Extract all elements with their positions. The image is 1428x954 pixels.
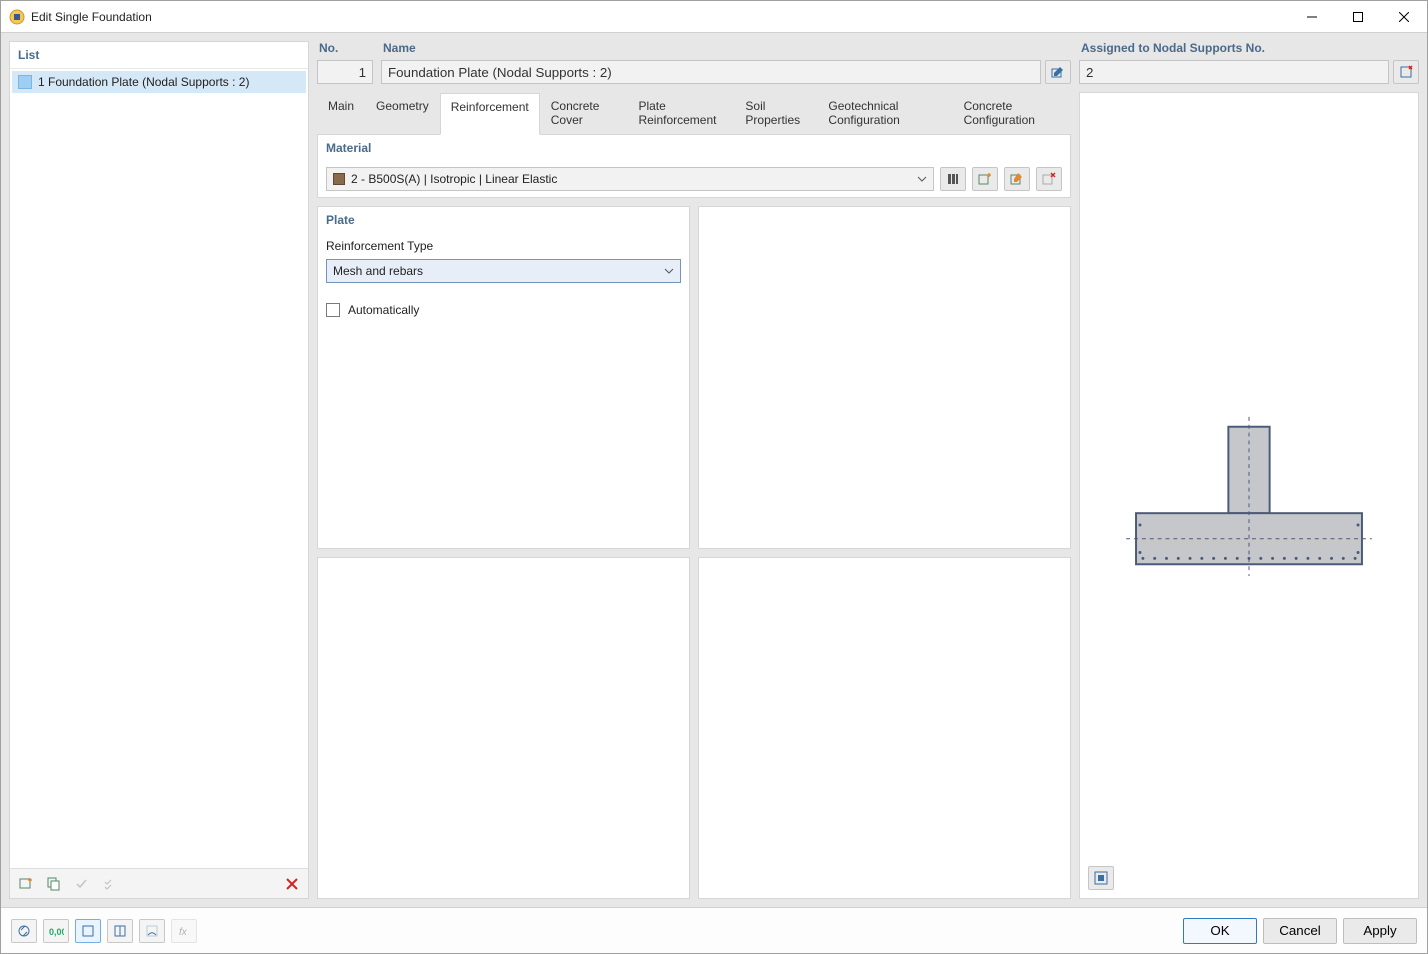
name-input[interactable] xyxy=(381,60,1041,84)
material-select[interactable]: 2 - B500S(A) | Isotropic | Linear Elasti… xyxy=(326,167,934,191)
dialog-window: Edit Single Foundation List 1 Foundation xyxy=(0,0,1428,954)
foundation-preview xyxy=(1082,95,1416,896)
svg-text:fx: fx xyxy=(179,927,188,938)
lower-right-empty-section xyxy=(698,557,1071,900)
list-item-label: 1 Foundation Plate (Nodal Supports : 2) xyxy=(38,75,249,89)
view-mode-1-button[interactable] xyxy=(75,919,101,943)
right-column: Assigned to Nodal Supports No. xyxy=(1079,41,1419,899)
view-mode-3-button[interactable] xyxy=(139,919,165,943)
chevron-down-icon xyxy=(917,174,927,184)
edit-name-button[interactable] xyxy=(1045,60,1071,84)
left-column: List 1 Foundation Plate (Nodal Supports … xyxy=(9,41,309,899)
view-mode-2-button[interactable] xyxy=(107,919,133,943)
cancel-button[interactable]: Cancel xyxy=(1263,918,1337,944)
material-library-button[interactable] xyxy=(940,167,966,191)
foundation-icon xyxy=(18,75,32,89)
tab-area: Main Geometry Reinforcement Concrete Cov… xyxy=(317,92,1071,899)
no-label: No. xyxy=(317,41,373,57)
material-section: Material 2 - B500S(A) | Isotropic | Line… xyxy=(317,134,1071,198)
tab-content: Material 2 - B500S(A) | Isotropic | Line… xyxy=(317,134,1071,899)
new-item-button[interactable] xyxy=(14,872,38,896)
plate-section: Plate Reinforcement Type Mesh and rebars xyxy=(317,206,690,549)
apply-button[interactable]: Apply xyxy=(1343,918,1417,944)
list-body: 1 Foundation Plate (Nodal Supports : 2) xyxy=(10,69,308,868)
assigned-label: Assigned to Nodal Supports No. xyxy=(1079,41,1419,57)
lower-row xyxy=(317,557,1071,900)
app-icon xyxy=(9,9,25,25)
main-grid: List 1 Foundation Plate (Nodal Supports … xyxy=(1,33,1427,907)
dialog-body: List 1 Foundation Plate (Nodal Supports … xyxy=(1,33,1427,907)
reinforcement-type-value: Mesh and rebars xyxy=(333,264,423,278)
no-field-group: No. xyxy=(317,41,373,84)
titlebar: Edit Single Foundation xyxy=(1,1,1427,33)
check-button xyxy=(70,872,94,896)
dialog-footer: 0,00 fx OK Cancel Apply xyxy=(1,907,1427,953)
copy-item-button[interactable] xyxy=(42,872,66,896)
plate-header: Plate xyxy=(318,207,689,233)
tab-concrete-config[interactable]: Concrete Configuration xyxy=(953,92,1071,134)
tab-reinforcement[interactable]: Reinforcement xyxy=(440,93,540,135)
tabs: Main Geometry Reinforcement Concrete Cov… xyxy=(317,92,1071,134)
svg-text:0,00: 0,00 xyxy=(49,927,64,937)
tab-geometry[interactable]: Geometry xyxy=(365,92,440,134)
assigned-input[interactable] xyxy=(1079,60,1389,84)
name-label: Name xyxy=(381,41,1071,57)
preview-settings-button[interactable] xyxy=(1088,866,1114,890)
material-swatch-icon xyxy=(333,173,345,185)
name-field-group: Name xyxy=(381,41,1071,84)
preview-viewport[interactable] xyxy=(1080,93,1418,898)
list-header: List xyxy=(10,42,308,69)
tab-concrete-cover[interactable]: Concrete Cover xyxy=(540,92,628,134)
tab-soil-properties[interactable]: Soil Properties xyxy=(734,92,817,134)
assigned-group: Assigned to Nodal Supports No. xyxy=(1079,41,1419,84)
minimize-button[interactable] xyxy=(1289,1,1335,32)
plate-right-empty-section xyxy=(698,206,1071,549)
reinforcement-type-select[interactable]: Mesh and rebars xyxy=(326,259,681,283)
material-row: 2 - B500S(A) | Isotropic | Linear Elasti… xyxy=(326,167,1062,191)
list-item[interactable]: 1 Foundation Plate (Nodal Supports : 2) xyxy=(12,71,306,93)
automatically-label: Automatically xyxy=(348,303,419,317)
tab-geotech-config[interactable]: Geotechnical Configuration xyxy=(817,92,952,134)
material-header: Material xyxy=(318,135,1070,161)
material-value: 2 - B500S(A) | Isotropic | Linear Elasti… xyxy=(351,172,557,186)
no-input[interactable] xyxy=(317,60,373,84)
plate-row: Plate Reinforcement Type Mesh and rebars xyxy=(317,206,1071,549)
close-button[interactable] xyxy=(1381,1,1427,32)
window-title: Edit Single Foundation xyxy=(31,10,152,24)
help-button[interactable] xyxy=(11,919,37,943)
list-toolbar xyxy=(10,868,308,898)
tab-plate-reinforcement[interactable]: Plate Reinforcement xyxy=(627,92,734,134)
header-row: No. Name xyxy=(317,41,1071,84)
center-column: No. Name xyxy=(317,41,1071,899)
automatically-checkbox[interactable]: Automatically xyxy=(326,303,681,317)
check-all-button xyxy=(98,872,122,896)
chevron-down-icon xyxy=(664,266,674,276)
tab-main[interactable]: Main xyxy=(317,92,365,134)
material-delete-button[interactable] xyxy=(1036,167,1062,191)
preview-panel xyxy=(1079,92,1419,899)
units-button[interactable]: 0,00 xyxy=(43,919,69,943)
material-new-button[interactable] xyxy=(972,167,998,191)
list-panel: List 1 Foundation Plate (Nodal Supports … xyxy=(9,41,309,899)
delete-item-button[interactable] xyxy=(280,872,304,896)
lower-left-empty-section xyxy=(317,557,690,900)
script-button: fx xyxy=(171,919,197,943)
pick-supports-button[interactable] xyxy=(1393,60,1419,84)
material-edit-button[interactable] xyxy=(1004,167,1030,191)
checkbox-box-icon xyxy=(326,303,340,317)
reinforcement-type-label: Reinforcement Type xyxy=(326,239,681,253)
ok-button[interactable]: OK xyxy=(1183,918,1257,944)
maximize-button[interactable] xyxy=(1335,1,1381,32)
